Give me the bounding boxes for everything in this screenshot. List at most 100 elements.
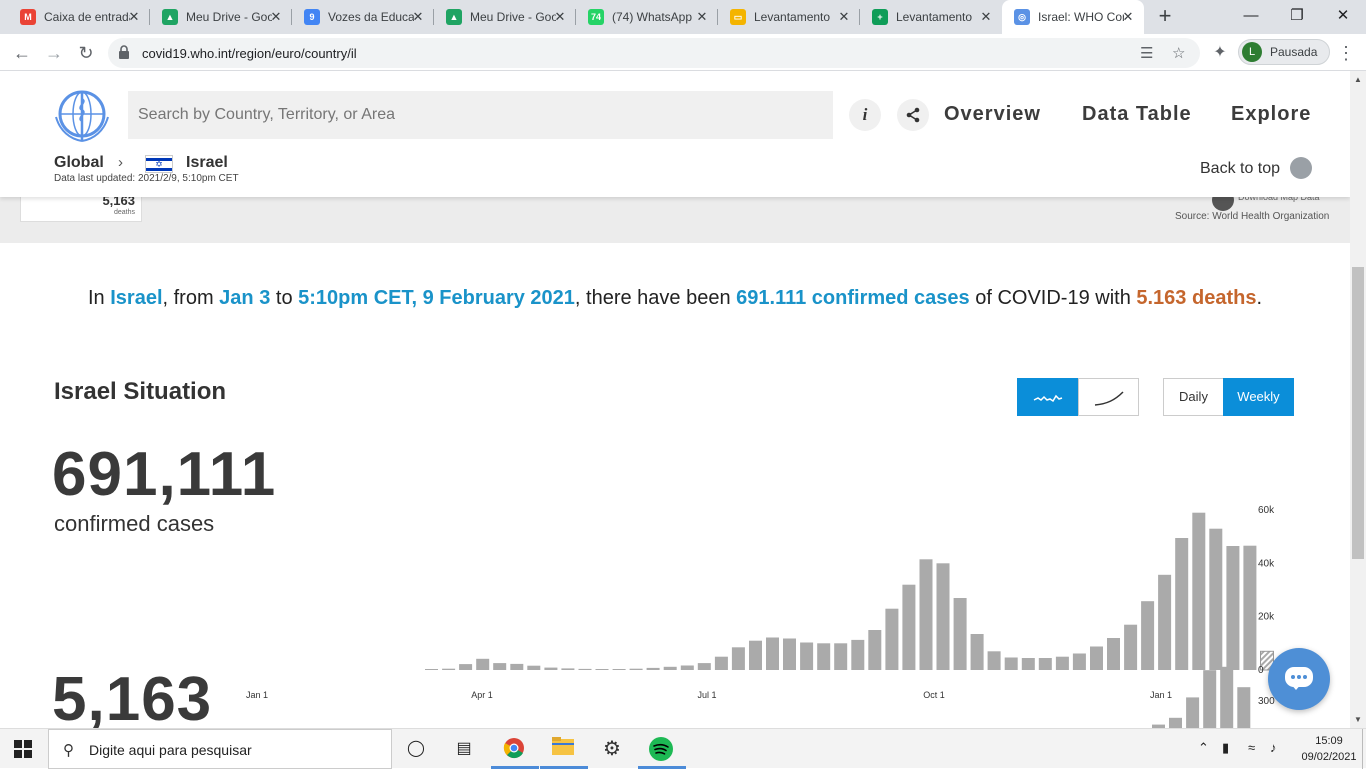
tab-close-icon[interactable]: ✕ xyxy=(410,9,426,25)
back-to-top-link[interactable]: Back to top xyxy=(1200,160,1280,178)
chart-bar[interactable] xyxy=(766,637,779,671)
chart-bar[interactable] xyxy=(1203,670,1217,728)
system-clock[interactable]: 15:09 09/02/2021 xyxy=(1296,733,1362,765)
scroll-up-icon[interactable]: ▲ xyxy=(1354,75,1362,84)
chart-bar[interactable] xyxy=(919,559,933,670)
chart-bar[interactable] xyxy=(697,663,711,670)
chart-bar[interactable] xyxy=(459,664,473,670)
chart-bar[interactable] xyxy=(800,642,814,671)
who-logo-icon[interactable] xyxy=(52,87,112,143)
chart-bar[interactable] xyxy=(442,668,456,670)
chart-bar[interactable] xyxy=(851,639,865,670)
chart-bar[interactable] xyxy=(817,643,831,670)
tab-close-icon[interactable]: ✕ xyxy=(552,9,568,25)
tab-close-icon[interactable]: ✕ xyxy=(836,9,852,25)
scroll-down-icon[interactable]: ▼ xyxy=(1354,715,1362,724)
browser-tab[interactable]: 74 (74) WhatsApp ✕ xyxy=(576,0,718,34)
info-icon[interactable]: i xyxy=(849,99,881,131)
chart-bar[interactable] xyxy=(1004,657,1018,671)
chart-bar[interactable] xyxy=(834,643,848,670)
chart-bar[interactable] xyxy=(561,668,575,670)
back-arrow-icon[interactable]: ← xyxy=(10,41,34,65)
chart-bar[interactable] xyxy=(595,669,609,670)
cortana-icon[interactable]: ◯ xyxy=(404,737,428,761)
toggle-weekly[interactable]: Weekly xyxy=(1223,378,1294,416)
browser-tab[interactable]: M Caixa de entrada ✕ xyxy=(8,0,150,34)
chart-bar[interactable] xyxy=(970,634,984,670)
chart-bar[interactable] xyxy=(476,658,490,670)
settings-gear-icon[interactable]: ⚙ xyxy=(600,737,624,761)
profile-button[interactable]: L Pausada xyxy=(1238,39,1330,65)
forward-arrow-icon[interactable]: → xyxy=(42,41,66,65)
chart-bar[interactable] xyxy=(868,630,882,670)
tab-close-icon[interactable]: ✕ xyxy=(126,9,142,25)
browser-tab[interactable]: ▭ Levantamento ✕ xyxy=(718,0,860,34)
chart-bar[interactable] xyxy=(544,667,558,670)
chart-bar[interactable] xyxy=(936,563,950,670)
chart-bar[interactable] xyxy=(493,663,507,670)
toggle-daily[interactable]: Daily xyxy=(1163,378,1224,416)
reload-icon[interactable]: ↻ xyxy=(74,41,98,65)
chart-bar[interactable] xyxy=(714,656,728,670)
globe-icon[interactable] xyxy=(1290,157,1312,179)
tab-close-icon[interactable]: ✕ xyxy=(694,9,710,25)
chart-bar[interactable] xyxy=(731,647,745,670)
minimize-button[interactable]: — xyxy=(1228,4,1274,28)
chart-bar[interactable] xyxy=(902,584,916,670)
taskbar-search-input[interactable]: ⚲ Digite aqui para pesquisar xyxy=(48,729,392,769)
chart-bar[interactable] xyxy=(1072,653,1086,671)
task-view-icon[interactable]: ▤ xyxy=(452,737,476,761)
chart-bar[interactable] xyxy=(1192,512,1206,670)
restore-button[interactable]: ❐ xyxy=(1274,4,1320,28)
show-desktop-button[interactable] xyxy=(1362,729,1366,769)
chart-bar[interactable] xyxy=(1175,538,1189,670)
browser-tab[interactable]: ▲ Meu Drive - Google Drive✕ xyxy=(150,0,292,34)
chart-bar[interactable] xyxy=(783,638,796,671)
browser-tab[interactable]: + Levantamento ✕ xyxy=(860,0,1002,34)
country-search-input[interactable]: Search by Country, Territory, or Area xyxy=(128,91,833,139)
chat-button[interactable] xyxy=(1268,648,1330,710)
translate-icon[interactable]: ☰ xyxy=(1140,44,1153,62)
tab-close-icon[interactable]: ✕ xyxy=(268,9,284,25)
nav-explore[interactable]: Explore xyxy=(1231,103,1311,126)
spotify-icon[interactable] xyxy=(649,737,673,761)
chart-bar[interactable] xyxy=(510,663,524,670)
chrome-icon[interactable] xyxy=(502,737,526,761)
chart-bar[interactable] xyxy=(527,665,541,670)
chart-bar[interactable] xyxy=(885,608,899,670)
wifi-icon[interactable]: ≈ xyxy=(1248,740,1255,755)
chart-bar[interactable] xyxy=(646,667,660,670)
chart-bar[interactable] xyxy=(1237,687,1251,728)
chart-bar[interactable] xyxy=(1220,666,1234,728)
chart-bar[interactable] xyxy=(953,598,967,670)
close-window-button[interactable]: ✕ xyxy=(1320,4,1366,28)
chart-bar[interactable] xyxy=(1038,658,1052,670)
chart-bar[interactable] xyxy=(612,669,626,670)
chart-bar[interactable] xyxy=(987,651,1001,670)
nav-overview[interactable]: Overview xyxy=(944,103,1041,126)
menu-kebab-icon[interactable]: ⋮ xyxy=(1337,41,1355,65)
show-hidden-icons-chevron-icon[interactable]: ⌃ xyxy=(1198,740,1209,756)
chart-bar[interactable] xyxy=(1209,528,1223,670)
chart-bar[interactable] xyxy=(1021,658,1035,670)
page-scrollbar[interactable]: ▲ ▼ xyxy=(1350,71,1366,728)
address-bar[interactable]: covid19.who.int/region/euro/country/il ☰… xyxy=(108,38,1200,68)
chart-bar[interactable] xyxy=(1186,697,1200,728)
toggle-cumulative-chart[interactable] xyxy=(1078,378,1139,416)
nav-data-table[interactable]: Data Table xyxy=(1082,103,1192,126)
browser-tab[interactable]: ▲ Meu Drive - Google Drive✕ xyxy=(434,0,576,34)
toggle-bar-chart[interactable] xyxy=(1017,378,1079,416)
chart-bar[interactable] xyxy=(1243,545,1257,670)
windows-start-icon[interactable] xyxy=(14,740,32,758)
chart-bar[interactable] xyxy=(1169,717,1182,728)
file-explorer-icon[interactable] xyxy=(551,737,575,761)
chart-bar[interactable] xyxy=(578,668,592,670)
chart-bar[interactable] xyxy=(1055,656,1069,670)
chart-bar[interactable] xyxy=(663,666,677,670)
chart-bar[interactable] xyxy=(680,665,694,671)
chart-bar[interactable] xyxy=(749,640,762,670)
share-icon[interactable] xyxy=(897,99,929,131)
volume-icon[interactable]: ♪ xyxy=(1270,740,1277,755)
bookmark-star-icon[interactable]: ☆ xyxy=(1172,44,1185,62)
extensions-puzzle-icon[interactable]: ✦ xyxy=(1208,41,1232,65)
